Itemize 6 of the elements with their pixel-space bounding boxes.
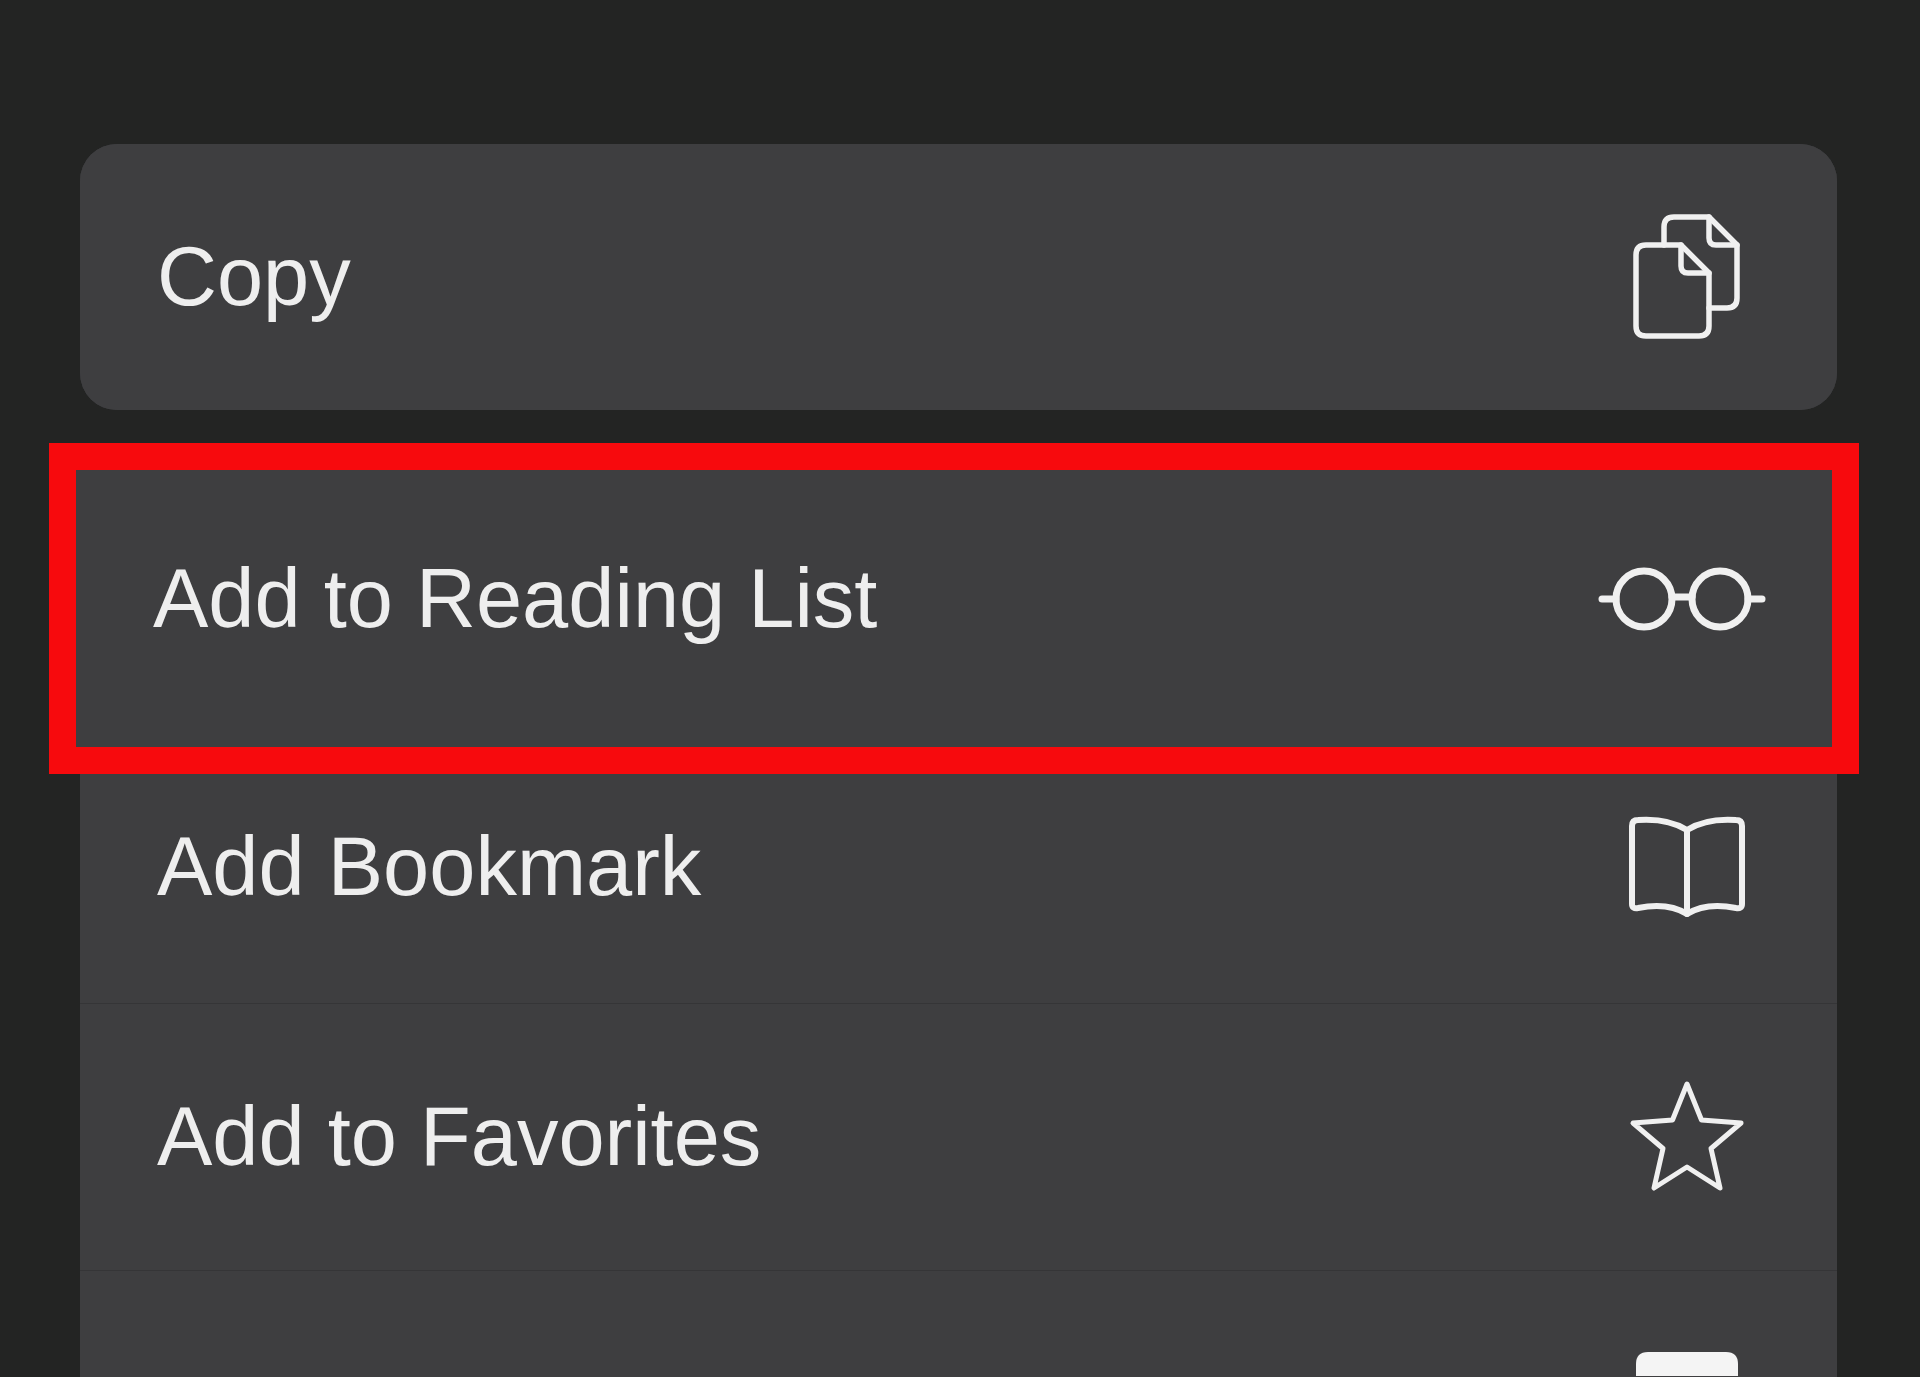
copy-icon	[1633, 214, 1741, 340]
square-icon	[1636, 1352, 1738, 1376]
book-icon	[1628, 815, 1746, 918]
menu-item[interactable]: Copy	[80, 144, 1837, 410]
menu-item[interactable]	[80, 1270, 1837, 1377]
star-icon	[1628, 1080, 1746, 1194]
